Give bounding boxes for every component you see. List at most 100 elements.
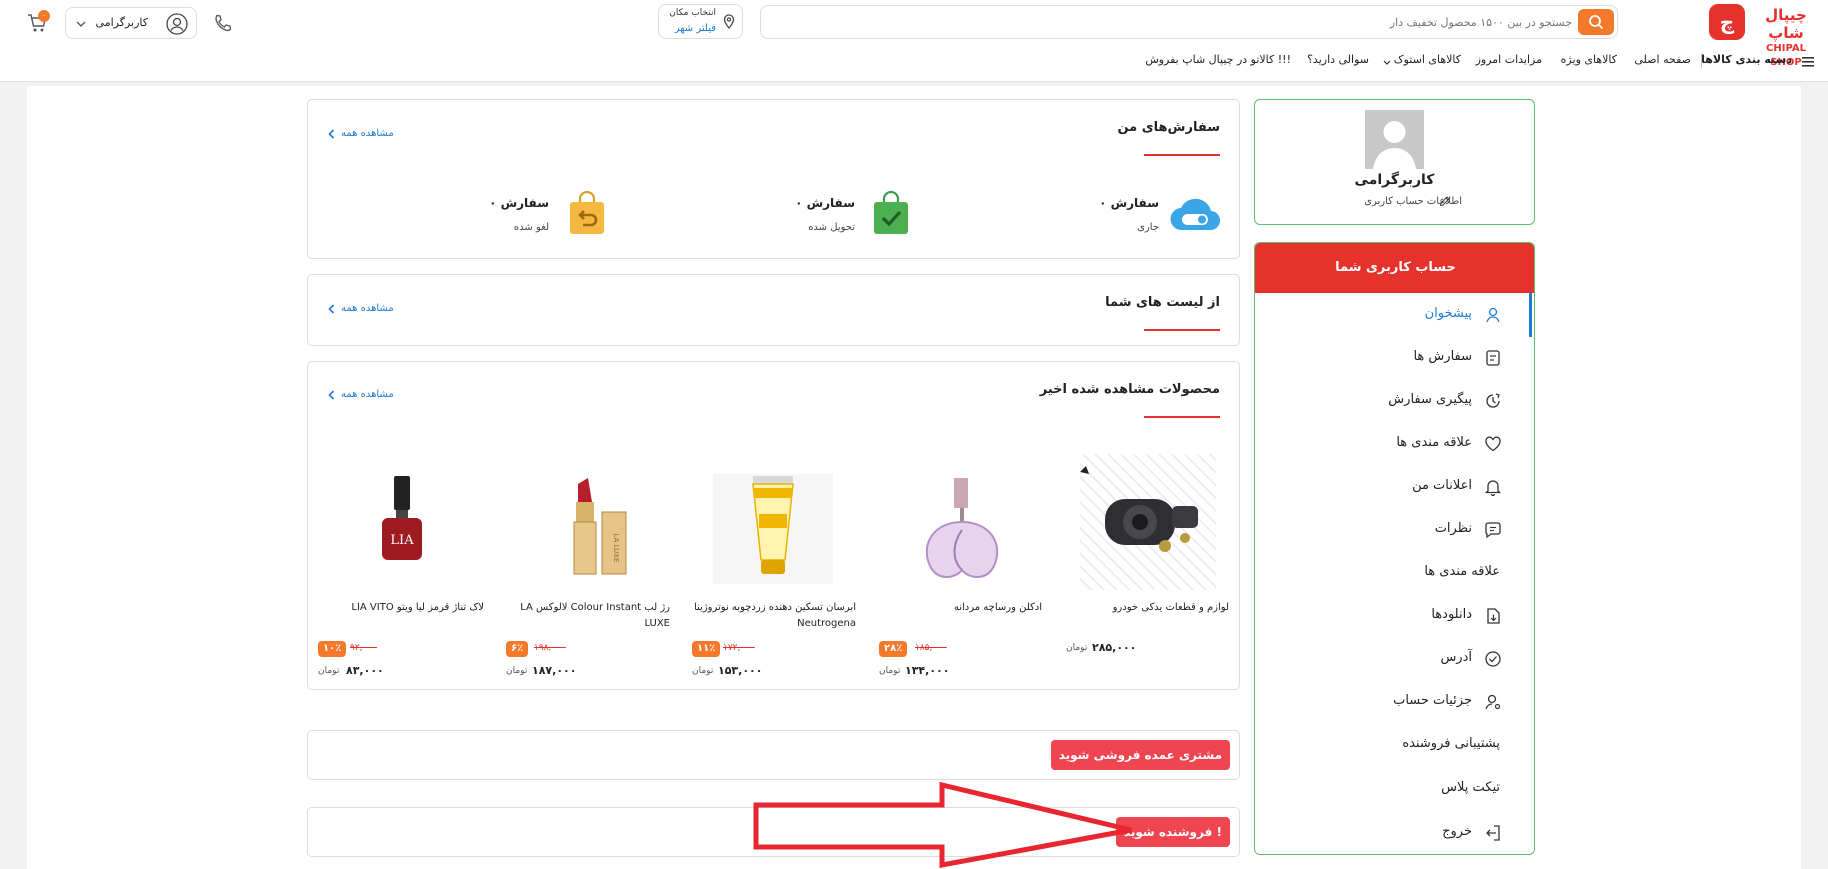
- old-price: ۱۷۲,۰۰۰: [723, 643, 755, 653]
- sidebar-item-comments[interactable]: نظرات: [1254, 510, 1532, 550]
- logout-icon: [1486, 825, 1500, 841]
- product-name[interactable]: ابرسان تسکین دهنده زردچوبه نوتروژینا Neu…: [686, 600, 856, 632]
- bell-icon: [1484, 480, 1502, 496]
- product-name[interactable]: لاک تناژ قرمز لیا ویتو LIA VITO: [314, 600, 484, 616]
- old-price: ۱۹۸,۰۰۰: [534, 643, 566, 653]
- sidebar-item-tracking[interactable]: پیگیری سفارش: [1254, 381, 1532, 421]
- sidebar-item-label: پشتیبانی فروشنده: [1402, 736, 1500, 751]
- discount-badge: ۱۰٪: [318, 641, 347, 657]
- profile-card: کاربرگرامی اطلاعات حساب کاربری: [1254, 99, 1535, 225]
- search-button[interactable]: [1578, 9, 1614, 35]
- cloud-icon: [1170, 198, 1221, 231]
- sidebar-item-label: علاقه مندی ها: [1424, 564, 1500, 579]
- sidebar-item-label: تیکت پلاس: [1441, 780, 1500, 795]
- sidebar-item-downloads[interactable]: دانلودها: [1254, 596, 1532, 636]
- sidebar-item-label: اعلانات من: [1412, 478, 1472, 493]
- sidebar-item-label: پیگیری سفارش: [1388, 392, 1472, 407]
- lists-title: از لیست های شما: [1105, 295, 1220, 310]
- sidebar-item-logout[interactable]: خروج: [1254, 813, 1532, 853]
- sidebar-item-label: سفارش ها: [1413, 349, 1472, 364]
- sidebar-item-favorites-2[interactable]: علاقه مندی ها: [1254, 553, 1532, 593]
- chevron-down-icon: [1383, 60, 1391, 65]
- discount-badge: ۱۱٪: [692, 641, 721, 657]
- user-menu[interactable]: کاربرگرامی: [65, 7, 197, 39]
- heart-icon: [1485, 436, 1501, 452]
- logo-text-fa: چیپال شاپ: [1765, 6, 1807, 42]
- discount-badge: ۲۸٪: [879, 641, 908, 657]
- product-image[interactable]: LIA: [362, 474, 442, 584]
- svg-text:LA LUXE: LA LUXE: [612, 534, 620, 563]
- recent-products-title: محصولات مشاهده شده اخیر: [1039, 382, 1220, 397]
- nav-home[interactable]: صفحه اصلی: [1634, 53, 1691, 66]
- logo-mark[interactable]: چ: [1709, 4, 1745, 40]
- delivered-orders-count: ۰ سفارش: [795, 196, 855, 210]
- sidebar-item-label: پیشخوان: [1424, 306, 1472, 321]
- search-bar: [760, 5, 1618, 39]
- nav-stock[interactable]: کالاهای استوک: [1394, 53, 1461, 66]
- product-image[interactable]: [713, 474, 833, 584]
- currency-label: تومان: [1066, 643, 1088, 653]
- sidebar-item-orders[interactable]: سفارش ها: [1254, 338, 1532, 378]
- nav-divider: [1701, 54, 1702, 68]
- sidebar-item-address[interactable]: آدرس: [1254, 639, 1532, 679]
- sidebar-item-label: دانلودها: [1431, 607, 1472, 622]
- location-city: فیلتر شهر: [674, 23, 716, 34]
- title-underline: [1144, 416, 1220, 418]
- avatar[interactable]: [1365, 110, 1424, 169]
- nav-special[interactable]: کالاهای ویژه: [1561, 53, 1617, 66]
- product-name[interactable]: لوازم و قطعات یدکی خودرو: [1059, 600, 1229, 616]
- product-price: ۲۸۵,۰۰۰: [1092, 641, 1137, 654]
- sidebar-item-seller-support[interactable]: پشتیبانی فروشنده: [1254, 725, 1532, 765]
- currency-label: تومان: [506, 666, 528, 676]
- see-all-link[interactable]: مشاهده همه: [328, 389, 394, 400]
- product-image[interactable]: LA LUXE: [552, 474, 642, 584]
- sidebar-item-notifications[interactable]: اعلانات من: [1254, 467, 1532, 507]
- product-image[interactable]: [1080, 454, 1216, 590]
- location-selector[interactable]: انتخاب مکان فیلتر شهر: [658, 4, 743, 39]
- address-icon: [1485, 651, 1501, 667]
- orders-icon: [1486, 350, 1500, 366]
- annotation-arrow: [753, 782, 1132, 869]
- see-all-link[interactable]: مشاهده همه: [328, 303, 394, 314]
- sidebar-item-favorites[interactable]: علاقه مندی ها: [1254, 424, 1532, 464]
- nav-auctions[interactable]: مزایدات امروز: [1476, 53, 1542, 66]
- nav-question[interactable]: سوالی دارید؟: [1307, 53, 1369, 66]
- chevron-down-icon: [76, 21, 86, 27]
- chevron-left-icon: [328, 128, 335, 139]
- search-input[interactable]: [767, 6, 1572, 38]
- title-underline: [1144, 154, 1220, 156]
- phone-icon[interactable]: [213, 13, 233, 33]
- chevron-left-icon: [328, 303, 335, 314]
- lists-panel: از لیست های شما مشاهده همه: [307, 274, 1240, 346]
- my-orders-panel: سفارش‌های من مشاهده همه ۰ سفارش جاری ۰ س…: [307, 99, 1240, 259]
- product-image[interactable]: [904, 474, 1014, 584]
- cream-tube-image: [713, 474, 833, 584]
- cancelled-orders-count: ۰ سفارش: [489, 196, 549, 210]
- sidebar-item-label: علاقه مندی ها: [1396, 435, 1472, 450]
- menu-hamburger-icon[interactable]: [1802, 57, 1814, 67]
- see-all-label: مشاهده همه: [341, 128, 394, 139]
- product-name[interactable]: رژ لب Colour Instant لالوکس LA LUXE: [500, 600, 670, 632]
- see-all-label: مشاهده همه: [341, 389, 394, 400]
- sidebar-item-account-details[interactable]: جزئیات حساب: [1254, 682, 1532, 722]
- see-all-link[interactable]: مشاهده همه: [328, 128, 394, 139]
- lipstick-image: LA LUXE: [573, 478, 627, 575]
- old-price: ۱۸۵,۰۰۰: [915, 643, 947, 653]
- cart-button[interactable]: ۰: [26, 10, 52, 36]
- become-wholesale-button[interactable]: مشتری عمده فروشی شوید: [1050, 740, 1230, 770]
- see-all-label: مشاهده همه: [341, 303, 394, 314]
- my-orders-title: سفارش‌های من: [1117, 120, 1220, 135]
- location-title: انتخاب مکان: [669, 8, 716, 18]
- edit-icon[interactable]: [1439, 196, 1450, 207]
- profile-name: کاربرگرامی: [1354, 172, 1435, 188]
- sidebar-item-label: جزئیات حساب: [1393, 693, 1472, 708]
- sidebar-item-label: نظرات: [1434, 521, 1472, 536]
- default-avatar-icon: [1373, 121, 1416, 169]
- nav-categories[interactable]: دسته بندی کالاها: [1701, 53, 1792, 66]
- product-name[interactable]: ادکلن ورساچه مردانه: [872, 600, 1042, 616]
- sidebar-item-ticket-plus[interactable]: تیکت پلاس: [1254, 769, 1532, 809]
- currency-label: تومان: [692, 666, 714, 676]
- sidebar-item-dashboard[interactable]: پیشخوان: [1254, 295, 1532, 335]
- nav-sell[interactable]: کالاتو در چیپال شاپ بفروش !!!: [1145, 53, 1291, 66]
- account-icon: [1485, 694, 1501, 710]
